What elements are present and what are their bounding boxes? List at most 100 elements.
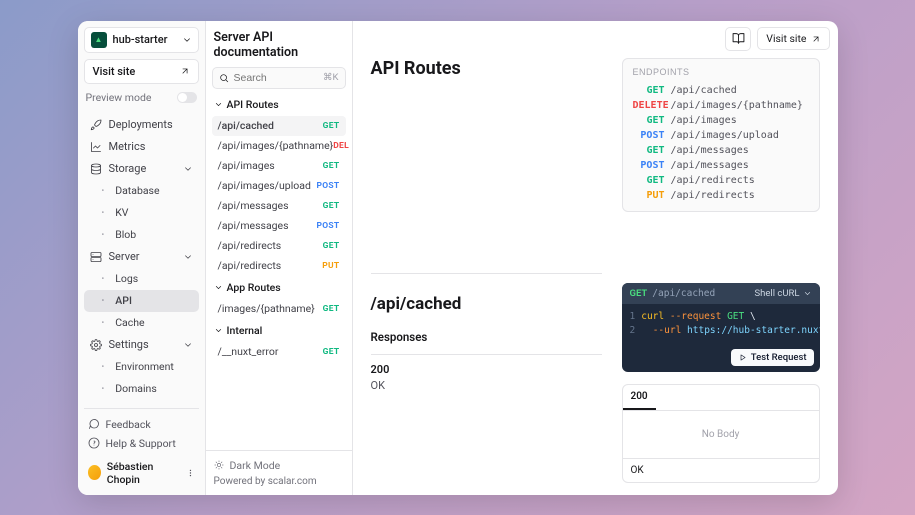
endpoint-row[interactable]: DELETE/api/images/{pathname} (633, 98, 809, 113)
route-item[interactable]: /__nuxt_errorGET (212, 342, 346, 362)
route-item[interactable]: /api/messagesGET (212, 196, 346, 216)
nav-item-server[interactable]: Server (84, 246, 199, 268)
response-body: No Body (623, 410, 819, 458)
sun-icon (214, 460, 224, 470)
endpoint-row[interactable]: PUT/api/redirects (633, 188, 809, 203)
endpoint-row[interactable]: POST/api/images/upload (633, 128, 809, 143)
database-icon (90, 163, 102, 175)
nav-item-settings[interactable]: Settings (84, 334, 199, 356)
nav-sub-logs[interactable]: Logs (84, 268, 199, 290)
chat-icon (88, 418, 100, 430)
route-item[interactable]: /api/redirectsGET (212, 236, 346, 256)
nav-sub-environment[interactable]: Environment (84, 356, 199, 378)
nav-item-deployments[interactable]: Deployments (84, 114, 199, 136)
server-icon (90, 251, 102, 263)
response-card: 200 No Body OK (622, 384, 820, 483)
chevron-down-icon (214, 100, 223, 109)
sidebar: ▲ hub-starter Visit site Preview mode De… (78, 21, 206, 495)
help-icon (88, 437, 100, 449)
response-code: 200 (371, 363, 602, 376)
route-item[interactable]: /images/{pathname}GET (212, 299, 346, 319)
help-link[interactable]: Help & Support (84, 434, 199, 453)
chevron-down-icon (183, 164, 193, 174)
shell-select[interactable]: Shell cURL (755, 288, 812, 299)
main-header: Visit site (353, 21, 838, 58)
response-text: OK (371, 379, 602, 392)
routes-panel: Server API documentation ⌘K API Routes/a… (206, 21, 353, 495)
visit-site-button[interactable]: Visit site (84, 59, 199, 84)
endpoint-row[interactable]: GET/api/messages (633, 143, 809, 158)
nav-sub-api[interactable]: API (84, 290, 199, 312)
gear-icon (90, 339, 102, 351)
panel-title: Server API documentation (206, 21, 352, 67)
nav-sub-blob[interactable]: Blob (84, 224, 199, 246)
chevron-down-icon (803, 289, 812, 298)
search-box[interactable]: ⌘K (212, 67, 346, 89)
route-item[interactable]: /api/images/{pathname}DEL (212, 136, 346, 156)
endpoint-row[interactable]: POST/api/messages (633, 158, 809, 173)
docs-button[interactable] (725, 27, 751, 51)
chevron-down-icon (182, 35, 192, 45)
project-icon: ▲ (91, 32, 107, 48)
response-tab[interactable]: 200 (623, 385, 656, 410)
chevron-down-icon (183, 252, 193, 262)
panel-footer: Dark Mode Powered by scalar.com (206, 450, 352, 495)
search-input[interactable] (234, 72, 319, 84)
avatar (88, 465, 101, 480)
book-icon (732, 32, 745, 45)
chart-icon (90, 141, 102, 153)
nav-sub-cache[interactable]: Cache (84, 312, 199, 334)
nav: DeploymentsMetricsStorageDatabaseKVBlobS… (84, 114, 199, 404)
route-group[interactable]: App Routes (212, 276, 346, 299)
dots-icon (186, 468, 195, 478)
preview-toggle[interactable] (177, 92, 197, 103)
code-body: 1curl --request GET \ 2 --url https://hu… (622, 304, 820, 345)
chevron-down-icon (214, 283, 223, 292)
route-item[interactable]: /api/messagesPOST (212, 216, 346, 236)
user-menu[interactable]: Sébastien Chopin (84, 457, 199, 489)
main: Visit site API Routes /api/cached Respon… (353, 21, 838, 495)
play-icon (738, 353, 747, 362)
response-status: OK (623, 458, 819, 482)
endpoints-label: ENDPOINTS (633, 67, 809, 77)
route-item[interactable]: /api/redirectsPUT (212, 256, 346, 276)
test-request-button[interactable]: Test Request (731, 349, 814, 366)
nav-item-metrics[interactable]: Metrics (84, 136, 199, 158)
route-group[interactable]: Internal (212, 319, 346, 342)
project-name: hub-starter (113, 33, 176, 46)
powered-by: Powered by scalar.com (214, 476, 344, 487)
rocket-icon (90, 119, 102, 131)
route-detail-title: /api/cached (371, 294, 602, 314)
page-title: API Routes (371, 58, 602, 79)
nav-item-storage[interactable]: Storage (84, 158, 199, 180)
route-list: API Routes/api/cachedGET/api/images/{pat… (206, 89, 352, 450)
route-item[interactable]: /api/images/uploadPOST (212, 176, 346, 196)
search-icon (219, 73, 229, 83)
search-kbd: ⌘K (323, 72, 338, 83)
nav-sub-kv[interactable]: KV (84, 202, 199, 224)
responses-heading: Responses (371, 330, 602, 344)
nav-sub-general[interactable]: General (84, 400, 199, 404)
endpoint-row[interactable]: GET/api/images (633, 113, 809, 128)
route-group[interactable]: API Routes (212, 93, 346, 116)
nav-sub-database[interactable]: Database (84, 180, 199, 202)
code-method: GET (630, 288, 648, 299)
external-link-icon (811, 34, 821, 44)
visit-site-header[interactable]: Visit site (757, 27, 829, 50)
external-link-icon (180, 66, 190, 76)
nav-sub-domains[interactable]: Domains (84, 378, 199, 400)
response-block: 200 OK (371, 354, 602, 392)
endpoint-row[interactable]: GET/api/redirects (633, 173, 809, 188)
sidebar-footer: Feedback Help & Support Sébastien Chopin (84, 408, 199, 489)
chevron-down-icon (183, 340, 193, 350)
code-path: /api/cached (652, 288, 715, 299)
route-item[interactable]: /api/cachedGET (212, 116, 346, 136)
chevron-down-icon (214, 326, 223, 335)
route-item[interactable]: /api/imagesGET (212, 156, 346, 176)
preview-mode-row: Preview mode (84, 91, 199, 104)
project-selector[interactable]: ▲ hub-starter (84, 27, 199, 53)
dark-mode-toggle[interactable]: Dark Mode (214, 459, 344, 476)
endpoints-card: ENDPOINTS GET/api/cachedDELETE/api/image… (622, 58, 820, 212)
endpoint-row[interactable]: GET/api/cached (633, 83, 809, 98)
feedback-link[interactable]: Feedback (84, 415, 199, 434)
